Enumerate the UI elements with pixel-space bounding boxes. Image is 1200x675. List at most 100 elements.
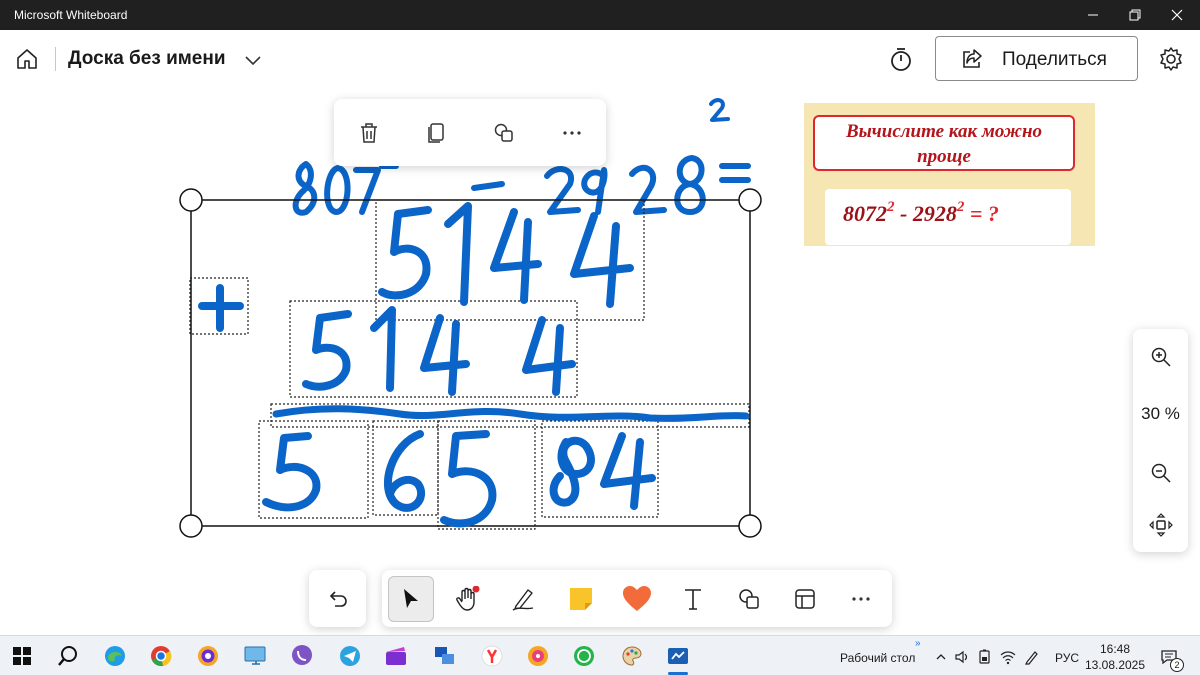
zoom-in-icon — [1151, 347, 1171, 367]
home-button[interactable] — [10, 42, 44, 76]
pen-settings-button[interactable] — [1023, 648, 1041, 666]
fit-to-screen-button[interactable] — [1145, 509, 1177, 541]
more-options-button[interactable] — [554, 115, 590, 151]
sticky-note-tool[interactable] — [558, 576, 604, 622]
taskbar-music[interactable] — [524, 642, 552, 670]
selection-handle — [738, 514, 762, 538]
zoom-level: 30 % — [1141, 404, 1180, 423]
tools-toolbar — [382, 570, 892, 627]
taskbar-viber[interactable] — [288, 642, 316, 670]
expression-box: 80722 - 29282 = ? — [825, 189, 1071, 245]
whatsapp-icon — [574, 646, 594, 666]
exponent-1: 2 — [887, 199, 895, 215]
clapper-icon — [386, 647, 406, 665]
volume-button[interactable] — [953, 648, 971, 666]
trash-icon — [361, 123, 377, 143]
whiteboard-canvas[interactable]: Вычислите как можно проще 80722 - 29282 … — [0, 88, 1200, 635]
minus-sign: - — [900, 201, 908, 226]
timer-icon — [891, 48, 911, 71]
taskbar-yandex[interactable] — [478, 642, 506, 670]
zoom-out-button[interactable] — [1145, 457, 1177, 489]
taskbar-chrome[interactable] — [147, 642, 175, 670]
hand-icon — [456, 586, 480, 611]
sticky-note-icon — [570, 588, 592, 610]
pointer-icon — [404, 589, 418, 608]
minimize-icon — [1088, 14, 1098, 16]
minimize-button[interactable] — [1070, 0, 1116, 30]
templates-tool[interactable] — [782, 576, 828, 622]
copy-button[interactable] — [418, 115, 454, 151]
wifi-button[interactable] — [999, 648, 1017, 666]
battery-icon — [979, 649, 990, 664]
selection-handle — [738, 188, 762, 212]
select-tool[interactable] — [388, 576, 434, 622]
tray-overflow-button[interactable] — [932, 648, 950, 666]
music-icon — [528, 646, 548, 666]
term-1: 8072 — [843, 201, 887, 226]
viber-icon — [292, 645, 312, 665]
zoom-in-button[interactable] — [1145, 341, 1177, 373]
clock-date[interactable]: 13.08.2025 — [1082, 658, 1148, 672]
settings-button[interactable] — [1154, 42, 1188, 76]
board-title[interactable]: Доска без имени — [68, 48, 226, 70]
pen-menu-icon — [1025, 651, 1038, 665]
restore-icon — [1129, 9, 1141, 21]
start-button[interactable] — [8, 642, 36, 670]
reactions-tool[interactable] — [614, 576, 660, 622]
ink-calculation — [198, 202, 750, 528]
shapes-icon — [494, 123, 513, 142]
computer-icon — [435, 647, 454, 664]
search-button[interactable] — [54, 642, 82, 670]
taskbar-whiteboard[interactable] — [664, 642, 692, 670]
zoom-out-icon — [1151, 463, 1171, 483]
share-icon — [963, 49, 982, 68]
timer-button[interactable] — [884, 42, 918, 76]
battery-button[interactable] — [976, 648, 994, 666]
taskbar-telegram[interactable] — [336, 642, 364, 670]
template-icon — [795, 589, 815, 609]
volume-icon — [955, 650, 968, 664]
taskbar-video-editor[interactable] — [382, 642, 410, 670]
app-title: Microsoft Whiteboard — [14, 8, 128, 22]
arrange-button[interactable] — [486, 115, 522, 151]
close-button[interactable] — [1154, 0, 1200, 30]
share-button[interactable]: Поделиться — [935, 36, 1138, 81]
text-tool[interactable] — [670, 576, 716, 622]
taskbar-paint[interactable] — [618, 642, 646, 670]
notification-count: 2 — [1170, 658, 1184, 672]
copy-icon — [428, 123, 444, 143]
selection-frame — [190, 199, 751, 527]
exponent-2: 2 — [956, 199, 965, 215]
taskbar-remote-desktop[interactable] — [242, 642, 270, 670]
delete-button[interactable] — [351, 115, 387, 151]
chevron-down-icon[interactable] — [243, 50, 263, 70]
monitor-icon — [244, 646, 266, 665]
fit-screen-icon — [1149, 513, 1173, 537]
text-icon — [685, 589, 701, 610]
selection-handle — [179, 514, 203, 538]
browser-icon — [198, 646, 218, 666]
clock-time[interactable]: 16:48 — [1087, 642, 1143, 656]
title-bar: Microsoft Whiteboard — [0, 0, 1200, 30]
shapes-tool[interactable] — [726, 576, 772, 622]
taskbar-network-app[interactable] — [430, 642, 458, 670]
header-divider — [55, 47, 56, 71]
language-indicator[interactable]: РУС — [1055, 651, 1079, 665]
toolbar-chevron[interactable]: » — [915, 638, 921, 649]
problem-card[interactable]: Вычислите как можно проще 80722 - 29282 … — [804, 103, 1095, 246]
more-tools-button[interactable] — [838, 576, 884, 622]
taskbar-browser[interactable] — [194, 642, 222, 670]
windows-logo-icon — [13, 647, 31, 665]
undo-button[interactable] — [309, 570, 366, 627]
hand-tool[interactable] — [444, 576, 490, 622]
desktop-toolbar-label[interactable]: Рабочий стол — [840, 651, 915, 665]
taskbar-edge[interactable] — [101, 642, 129, 670]
selection-context-menu — [334, 99, 606, 166]
taskbar-whatsapp[interactable] — [570, 642, 598, 670]
close-icon — [1171, 9, 1183, 21]
heart-icon — [623, 586, 651, 611]
home-icon — [17, 49, 37, 69]
pen-tool[interactable] — [500, 576, 546, 622]
whiteboard-icon — [668, 648, 688, 664]
restore-button[interactable] — [1112, 0, 1158, 30]
